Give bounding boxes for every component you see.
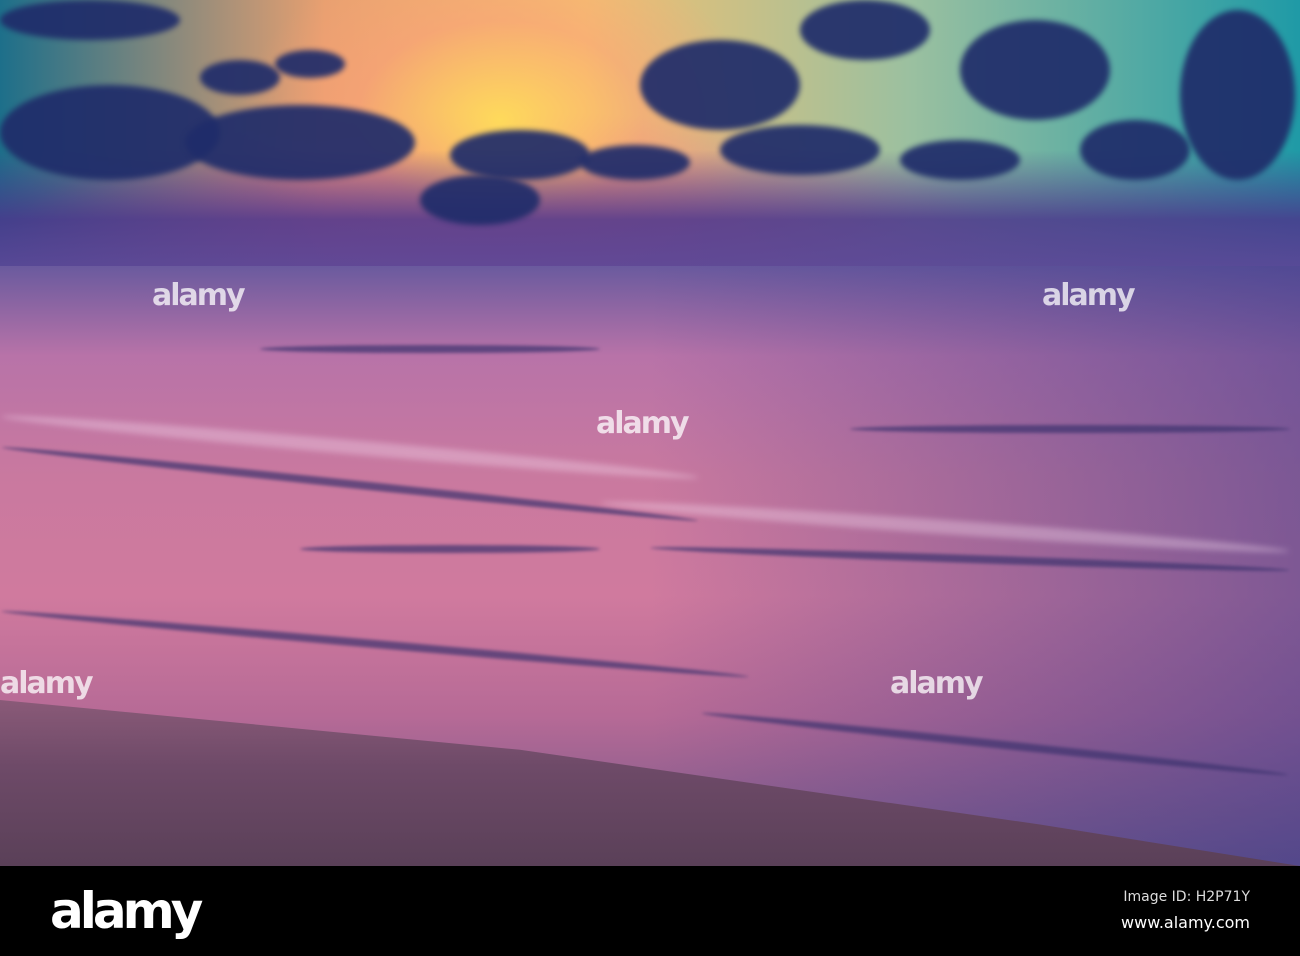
cloud <box>800 0 930 60</box>
wave-line <box>300 545 600 553</box>
watermark-text: alamy <box>890 666 984 701</box>
cloud <box>900 140 1020 180</box>
cloud <box>0 0 180 40</box>
wave-line <box>850 425 1290 433</box>
cloud <box>420 175 540 225</box>
cloud <box>580 145 690 180</box>
cloud <box>275 50 345 78</box>
cloud <box>450 130 590 180</box>
watermark-text: alamy <box>596 406 690 441</box>
watermark-text: alamy <box>152 278 246 313</box>
image-id: Image ID: H2P71Y <box>1123 889 1250 905</box>
footer-bar: alamy Image ID: H2P71Y www.alamy.com <box>0 866 1300 956</box>
wave-line <box>260 345 600 353</box>
watermark-text: alamy <box>0 666 94 701</box>
alamy-logo: alamy <box>50 882 203 940</box>
cloud <box>960 20 1110 120</box>
cloud <box>185 105 415 180</box>
cloud <box>1180 10 1295 180</box>
cloud <box>720 125 880 175</box>
cloud <box>640 40 800 130</box>
sunset-beach-photo: alamy alamy alamy alamy alamy <box>0 0 1300 866</box>
cloud <box>0 85 220 180</box>
cloud <box>1080 120 1190 180</box>
cloud <box>200 60 280 95</box>
website-url: www.alamy.com <box>1121 913 1250 932</box>
watermark-text: alamy <box>1042 278 1136 313</box>
stock-photo-page: alamy alamy alamy alamy alamy alamy Imag… <box>0 0 1300 956</box>
